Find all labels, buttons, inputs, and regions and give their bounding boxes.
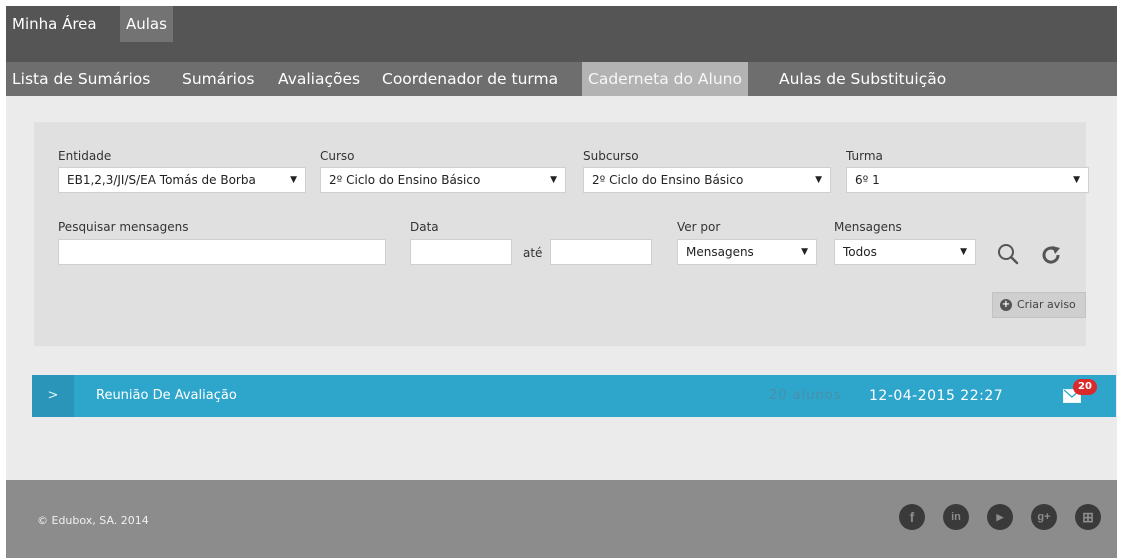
- subcurso-value: 2º Ciclo do Ensino Básico: [592, 173, 744, 187]
- entidade-label: Entidade: [58, 149, 112, 163]
- app-frame: Minha Área Aulas Lista de Sumários Sumár…: [6, 6, 1117, 558]
- dropdown-caret-icon: ▼: [1073, 175, 1080, 185]
- subcurso-label: Subcurso: [583, 149, 639, 163]
- subnav-sumarios[interactable]: Sumários: [182, 62, 255, 96]
- dropdown-caret-icon: ▼: [815, 175, 822, 185]
- plus-icon: +: [1000, 299, 1012, 311]
- data-label: Data: [410, 220, 439, 234]
- pesquisar-label: Pesquisar mensagens: [58, 220, 189, 234]
- refresh-icon[interactable]: [1039, 243, 1063, 267]
- youtube-icon[interactable]: ▶: [987, 504, 1013, 530]
- chevron-right-icon[interactable]: >: [32, 375, 74, 417]
- mensagens-select[interactable]: Todos ▼: [834, 239, 976, 265]
- subnav-caderneta-do-aluno[interactable]: Caderneta do Aluno: [582, 62, 748, 96]
- tab-aulas[interactable]: Aulas: [120, 6, 173, 42]
- subnav-avaliacoes[interactable]: Avaliações: [278, 62, 360, 96]
- data-between-label: até: [523, 246, 543, 260]
- ver-por-value: Mensagens: [686, 245, 754, 259]
- turma-label: Turma: [846, 149, 883, 163]
- tab-minha-area[interactable]: Minha Área: [6, 6, 103, 42]
- copyright-text: © Edubox, SA. 2014: [37, 514, 149, 527]
- windows-icon[interactable]: ⊞: [1075, 504, 1101, 530]
- pesquisar-input[interactable]: [58, 239, 386, 265]
- google-plus-icon[interactable]: g+: [1031, 504, 1057, 530]
- curso-label: Curso: [320, 149, 355, 163]
- top-navigation: Minha Área Aulas: [6, 6, 1117, 62]
- criar-aviso-button[interactable]: + Criar aviso: [992, 292, 1086, 318]
- curso-value: 2º Ciclo do Ensino Básico: [329, 173, 481, 187]
- dropdown-caret-icon: ▼: [801, 247, 808, 257]
- sub-navigation: Lista de Sumários Sumários Avaliações Co…: [6, 62, 1117, 96]
- criar-aviso-label: Criar aviso: [1017, 298, 1076, 311]
- message-datetime: 12-04-2015 22:27: [869, 388, 1004, 404]
- data-from-input[interactable]: [410, 239, 512, 265]
- unread-badge: 20: [1073, 379, 1097, 395]
- dropdown-caret-icon: ▼: [960, 247, 967, 257]
- turma-select[interactable]: 6º 1 ▼: [846, 167, 1089, 193]
- mensagens-label: Mensagens: [834, 220, 902, 234]
- entidade-value: EB1,2,3/JI/S/EA Tomás de Borba: [67, 173, 256, 187]
- dropdown-caret-icon: ▼: [290, 175, 297, 185]
- data-to-input[interactable]: [550, 239, 652, 265]
- ver-por-label: Ver por: [677, 220, 721, 234]
- subcurso-select[interactable]: 2º Ciclo do Ensino Básico ▼: [583, 167, 831, 193]
- subnav-aulas-de-substituicao[interactable]: Aulas de Substituição: [779, 62, 946, 96]
- facebook-icon[interactable]: f: [899, 504, 925, 530]
- footer: © Edubox, SA. 2014 f in ▶ g+ ⊞: [6, 480, 1117, 558]
- subnav-lista-de-sumarios[interactable]: Lista de Sumários: [12, 62, 150, 96]
- message-row[interactable]: > Reunião De Avaliação 20 alunos 12-04-2…: [32, 375, 1116, 417]
- turma-value: 6º 1: [855, 173, 880, 187]
- filter-panel: Entidade EB1,2,3/JI/S/EA Tomás de Borba …: [34, 122, 1089, 346]
- search-icon[interactable]: [996, 242, 1020, 266]
- dropdown-caret-icon: ▼: [550, 175, 557, 185]
- entidade-select[interactable]: EB1,2,3/JI/S/EA Tomás de Borba ▼: [58, 167, 306, 193]
- linkedin-icon[interactable]: in: [943, 504, 969, 530]
- mensagens-value: Todos: [843, 245, 877, 259]
- student-count: 20 alunos: [769, 388, 842, 403]
- message-title: Reunião De Avaliação: [96, 388, 237, 403]
- ver-por-select[interactable]: Mensagens ▼: [677, 239, 817, 265]
- curso-select[interactable]: 2º Ciclo do Ensino Básico ▼: [320, 167, 566, 193]
- subnav-coordenador-de-turma[interactable]: Coordenador de turma: [382, 62, 558, 96]
